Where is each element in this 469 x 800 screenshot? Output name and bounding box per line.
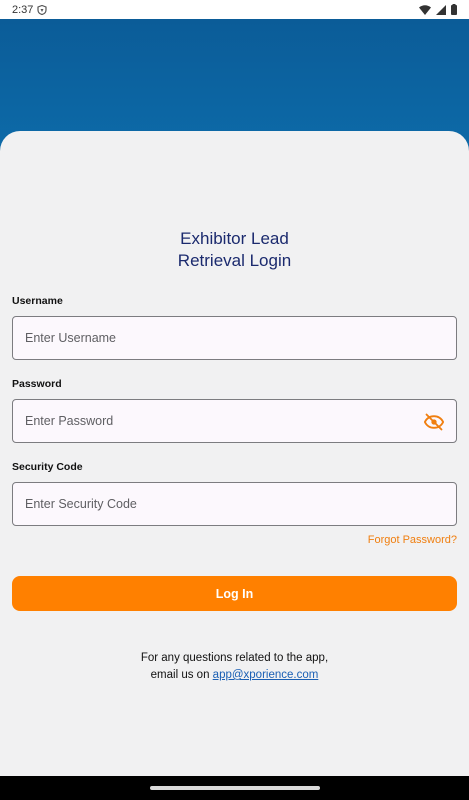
support-line-1: For any questions related to the app,: [140, 652, 329, 664]
username-label: Username: [12, 295, 63, 307]
navigation-bar: [0, 776, 469, 800]
password-label: Password: [12, 378, 62, 390]
shield-icon: [37, 4, 48, 15]
support-info: For any questions related to the app, em…: [0, 650, 469, 684]
username-field-container: [12, 316, 457, 360]
password-input[interactable]: [25, 414, 444, 428]
security-code-label: Security Code: [12, 461, 83, 473]
title-line-1: Exhibitor Lead: [180, 229, 289, 248]
cellular-signal-icon: [436, 4, 446, 15]
security-code-field-container: [12, 482, 457, 526]
battery-icon: [451, 4, 457, 15]
eye-off-icon[interactable]: [423, 412, 445, 432]
header-band: [0, 19, 469, 149]
support-line-2-prefix: email us on: [150, 669, 210, 681]
password-field-container: [12, 399, 457, 443]
status-right: [419, 4, 457, 15]
support-email-link[interactable]: app@xporience.com: [213, 669, 319, 681]
username-input[interactable]: [25, 331, 444, 345]
login-button[interactable]: Log In: [12, 576, 457, 611]
app-screen: 2:37 Exhibitor Lead Retrieval Login User…: [0, 0, 469, 800]
status-bar: 2:37: [0, 0, 469, 19]
status-time: 2:37: [12, 3, 34, 16]
security-code-input[interactable]: [25, 497, 444, 511]
page-title: Exhibitor Lead Retrieval Login: [0, 228, 469, 272]
forgot-password-link[interactable]: Forgot Password?: [368, 534, 457, 546]
status-left: 2:37: [12, 3, 48, 16]
login-card: Exhibitor Lead Retrieval Login Username …: [0, 131, 469, 776]
support-line-2: email us on app@xporience.com: [0, 667, 469, 684]
wifi-icon: [419, 4, 431, 15]
title-line-2: Retrieval Login: [177, 251, 292, 270]
home-indicator[interactable]: [150, 786, 320, 790]
